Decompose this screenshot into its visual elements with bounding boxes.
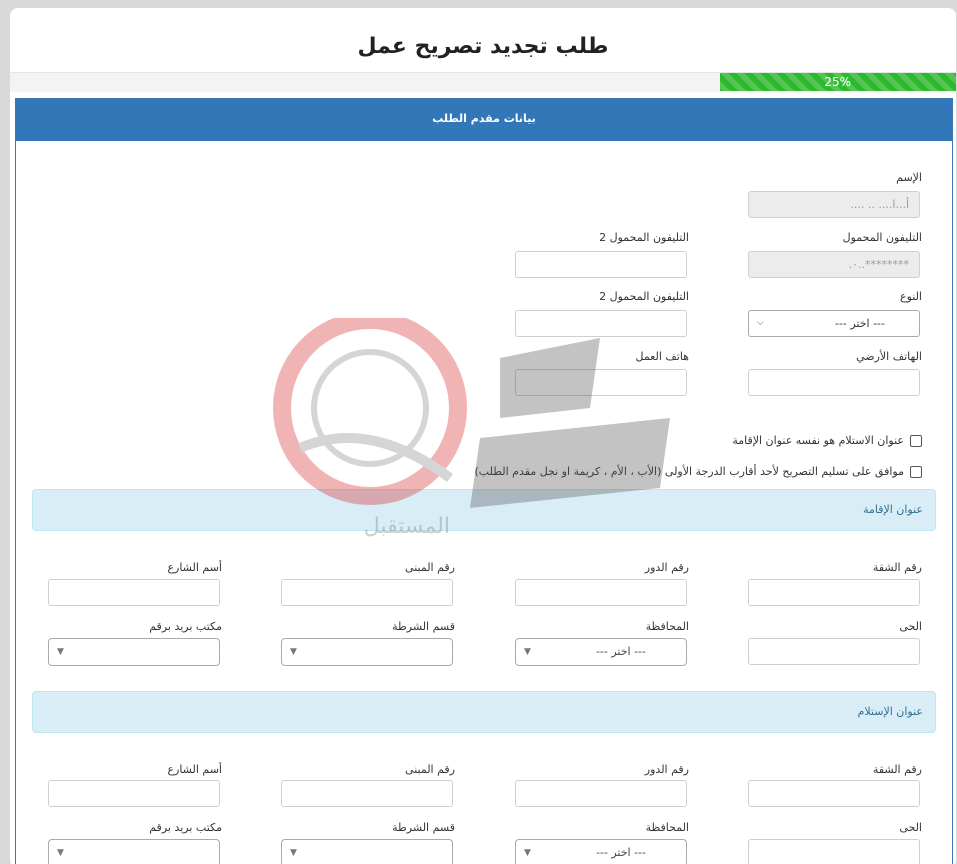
del-apartment-input[interactable]: [748, 780, 920, 807]
res-floor-input[interactable]: [515, 579, 687, 606]
del-building-label: رقم المبنى: [405, 763, 455, 776]
progress-fill: 25%: [719, 73, 956, 91]
del-governorate-value: --- اختر ---: [595, 846, 646, 859]
del-floor-label: رقم الدور: [644, 763, 689, 776]
del-governorate-label: المحافظة: [645, 821, 689, 834]
res-apartment-input[interactable]: [748, 579, 920, 606]
page-title: طلب تجديد تصريح عمل: [357, 34, 609, 59]
res-district-label: الحى: [899, 620, 922, 633]
landline-input[interactable]: [748, 369, 920, 396]
work-phone-label: هاتف العمل: [635, 350, 689, 363]
form-card: طلب تجديد تصريح عمل 25% بيانات مقدم الطل…: [10, 8, 956, 864]
mobile2b-input[interactable]: [515, 310, 687, 337]
del-police-label: قسم الشرطة: [392, 821, 455, 834]
progress-bar: 25%: [10, 72, 956, 92]
caret-down-icon: ▼: [524, 647, 531, 657]
res-building-label: رقم المبنى: [405, 561, 455, 574]
page: طلب تجديد تصريح عمل 25% بيانات مقدم الطل…: [0, 0, 957, 864]
del-street-input[interactable]: [48, 780, 220, 807]
same-address-label: عنوان الاستلام هو نفسه عنوان الإقامة: [732, 434, 904, 447]
res-street-label: أسم الشارع: [167, 561, 222, 574]
same-address-checkbox[interactable]: عنوان الاستلام هو نفسه عنوان الإقامة: [732, 434, 922, 447]
mobile-input[interactable]: ********..٠.: [748, 251, 920, 278]
del-postal-label: مكتب بريد برقم: [149, 821, 222, 834]
del-floor-input[interactable]: [515, 780, 687, 807]
residence-section-heading: عنوان الإقامة: [32, 489, 936, 531]
checkbox-box[interactable]: [910, 434, 922, 447]
res-police-select[interactable]: ▼: [281, 638, 453, 666]
res-governorate-label: المحافظة: [645, 620, 689, 633]
name-label: الإسم: [896, 171, 922, 184]
res-police-label: قسم الشرطة: [392, 620, 455, 633]
res-street-input[interactable]: [48, 579, 220, 606]
mobile2-label: التليفون المحمول 2: [599, 231, 689, 244]
name-input[interactable]: أ...ا.... .. ....: [748, 191, 920, 218]
del-police-select[interactable]: ▼: [281, 839, 453, 864]
del-district-label: الحى: [899, 821, 922, 834]
consent-checkbox[interactable]: موافق على تسليم التصريح لأحد أقارب الدرج…: [475, 465, 922, 478]
del-governorate-select[interactable]: --- اختر --- ▼: [515, 839, 687, 864]
delivery-section-heading: عنوان الإستلام: [32, 691, 936, 733]
mobile-label: التليفون المحمول: [842, 231, 922, 244]
res-building-input[interactable]: [281, 579, 453, 606]
res-district-input[interactable]: [748, 638, 920, 665]
chevron-down-icon: ⌵: [757, 318, 764, 328]
gender-label: النوع: [900, 290, 922, 303]
caret-down-icon: ▼: [290, 647, 297, 657]
mobile2-input[interactable]: [515, 251, 687, 278]
del-district-input[interactable]: [748, 839, 920, 864]
res-governorate-select[interactable]: --- اختر --- ▼: [515, 638, 687, 666]
res-governorate-value: --- اختر ---: [595, 645, 646, 658]
del-apartment-label: رقم الشقة: [872, 763, 922, 776]
res-apartment-label: رقم الشقة: [872, 561, 922, 574]
caret-down-icon: ▼: [524, 848, 531, 858]
applicant-panel: بيانات مقدم الطلب الإسم أ...ا.... .. ...…: [15, 98, 953, 864]
res-postal-select[interactable]: ▼: [48, 638, 220, 666]
mobile2b-label: التليفون المحمول 2: [599, 290, 689, 303]
gender-select[interactable]: --- اختر --- ⌵: [748, 310, 920, 337]
res-floor-label: رقم الدور: [644, 561, 689, 574]
checkbox-box[interactable]: [910, 465, 922, 478]
panel-heading: بيانات مقدم الطلب: [16, 99, 952, 141]
del-postal-select[interactable]: ▼: [48, 839, 220, 864]
work-phone-input[interactable]: [515, 369, 687, 396]
gender-select-value: --- اختر ---: [834, 317, 885, 330]
caret-down-icon: ▼: [57, 848, 64, 858]
caret-down-icon: ▼: [290, 848, 297, 858]
res-postal-label: مكتب بريد برقم: [149, 620, 222, 633]
caret-down-icon: ▼: [57, 647, 64, 657]
del-building-input[interactable]: [281, 780, 453, 807]
consent-label: موافق على تسليم التصريح لأحد أقارب الدرج…: [474, 465, 904, 478]
landline-label: الهاتف الأرضي: [856, 350, 922, 363]
del-street-label: أسم الشارع: [167, 763, 222, 776]
